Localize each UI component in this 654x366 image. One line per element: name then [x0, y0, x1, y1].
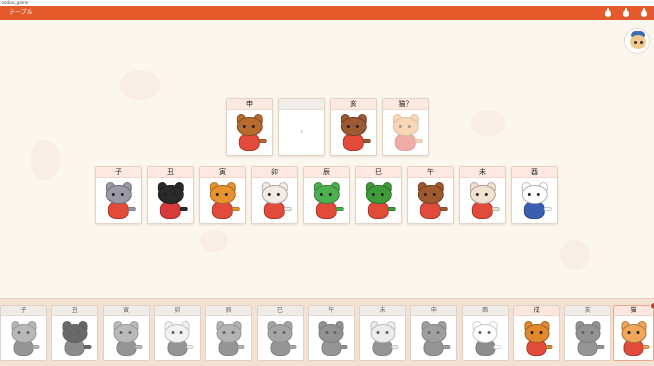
- monkey-icon: [416, 320, 451, 358]
- rat-icon: [100, 181, 136, 220]
- zodiac-card-sheep[interactable]: 未: [459, 166, 506, 224]
- zodiac-card-monkey[interactable]: 申: [226, 98, 273, 156]
- rooster-icon: [516, 181, 552, 220]
- card-label: 卯: [154, 306, 200, 316]
- dragon-icon: [308, 181, 344, 220]
- horse-icon: [314, 320, 349, 358]
- card-label: 未: [460, 167, 505, 178]
- boar-icon: [335, 113, 371, 152]
- card-label: 丑: [148, 167, 193, 178]
- rat-icon: [6, 320, 41, 358]
- mascot-avatar[interactable]: [624, 28, 650, 54]
- ox-icon: [57, 320, 92, 358]
- card-label: 午: [408, 167, 453, 178]
- notification-badge: [650, 302, 654, 310]
- zodiac-card-rooster[interactable]: 酉: [461, 305, 509, 361]
- card-label: 亥: [331, 99, 376, 110]
- background-petal: [120, 70, 160, 100]
- horse-icon: [412, 181, 448, 220]
- card-label: [279, 99, 324, 110]
- card-label: 猫: [614, 306, 653, 316]
- zodiac-card-horse[interactable]: 午: [307, 305, 355, 361]
- card-label: 辰: [206, 306, 252, 316]
- card-label: 寅: [103, 306, 149, 316]
- ox-icon: [152, 181, 188, 220]
- card-label: 未: [360, 306, 406, 316]
- zodiac-card-rat[interactable]: 子: [0, 305, 47, 361]
- zodiac-card-tiger[interactable]: 寅: [199, 166, 246, 224]
- dragon-icon: [211, 320, 246, 358]
- zodiac-card-boar[interactable]: 亥: [564, 305, 612, 361]
- cat-icon: [616, 320, 651, 358]
- zodiac-card-ox[interactable]: 丑: [147, 166, 194, 224]
- card-label: 辰: [304, 167, 349, 178]
- rooster-icon: [468, 320, 503, 358]
- card-label: 卯: [252, 167, 297, 178]
- zodiac-card-horse[interactable]: 午: [407, 166, 454, 224]
- card-label: 酉: [512, 167, 557, 178]
- zodiac-card-dragon[interactable]: 辰: [205, 305, 253, 361]
- zodiac-card-rooster[interactable]: 酉: [511, 166, 558, 224]
- rabbit-icon: [256, 181, 292, 220]
- sheep-icon: [365, 320, 400, 358]
- zodiac-card-rabbit[interactable]: 卯: [153, 305, 201, 361]
- boar-icon: [570, 320, 605, 358]
- window-title: zodiac_game: [2, 0, 29, 5]
- placeholder-mark: ?: [300, 130, 303, 136]
- card-label: 酉: [462, 306, 508, 316]
- card-label: 子: [1, 306, 46, 316]
- header-title: テーブル: [9, 9, 33, 16]
- card-label: 猫？: [383, 99, 428, 110]
- card-label: 申: [411, 306, 457, 316]
- card-label: 寅: [200, 167, 245, 178]
- card-label: 丑: [52, 306, 98, 316]
- dog-icon: [519, 320, 554, 358]
- zodiac-card-boar[interactable]: 亥: [330, 98, 377, 156]
- snake-icon: [360, 181, 396, 220]
- zodiac-card-ox[interactable]: 丑: [51, 305, 99, 361]
- zodiac-card-snake[interactable]: 巳: [355, 166, 402, 224]
- header-drops: [604, 8, 648, 18]
- rabbit-icon: [160, 320, 195, 358]
- card-label: 巳: [257, 306, 303, 316]
- background-petal: [560, 240, 590, 270]
- sheep-icon: [464, 181, 500, 220]
- background-petal: [470, 110, 506, 136]
- monkey-icon: [231, 113, 267, 152]
- zodiac-card-dog[interactable]: 戌: [513, 305, 560, 361]
- zodiac-card-cat[interactable]: 猫？: [382, 98, 429, 156]
- empty-slot-card[interactable]: ?: [278, 98, 325, 156]
- card-label: 午: [308, 306, 354, 316]
- card-label: 子: [96, 167, 141, 178]
- card-label: 戌: [514, 306, 559, 316]
- background-petal: [200, 230, 228, 252]
- cat-icon: [387, 113, 423, 152]
- tiger-icon: [109, 320, 144, 358]
- zodiac-card-cat[interactable]: 猫: [613, 305, 654, 361]
- zodiac-card-monkey[interactable]: 申: [410, 305, 458, 361]
- zodiac-card-sheep[interactable]: 未: [359, 305, 407, 361]
- card-label: 申: [227, 99, 272, 110]
- card-label: 巳: [356, 167, 401, 178]
- drop-icon[interactable]: [604, 8, 612, 18]
- background-petal: [30, 140, 60, 180]
- app-header: テーブル: [0, 6, 654, 20]
- zodiac-card-rabbit[interactable]: 卯: [251, 166, 298, 224]
- drop-icon[interactable]: [622, 8, 630, 18]
- snake-icon: [263, 320, 298, 358]
- tiger-icon: [204, 181, 240, 220]
- zodiac-card-dragon[interactable]: 辰: [303, 166, 350, 224]
- zodiac-card-snake[interactable]: 巳: [256, 305, 304, 361]
- drop-icon[interactable]: [640, 8, 648, 18]
- zodiac-card-rat[interactable]: 子: [95, 166, 142, 224]
- card-label: 亥: [565, 306, 611, 316]
- zodiac-card-tiger[interactable]: 寅: [102, 305, 150, 361]
